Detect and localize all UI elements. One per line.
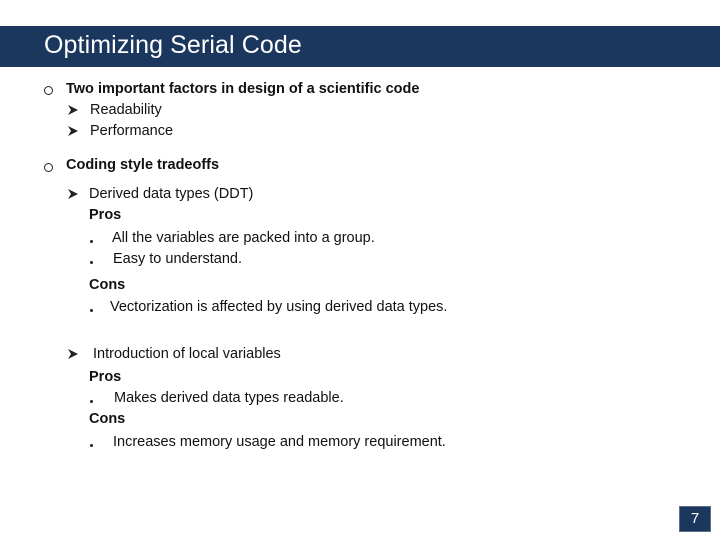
section-heading: Coding style tradeoffs (66, 157, 220, 173)
arrow-bullet-icon (67, 348, 79, 360)
cons-item: Vectorization is affected by using deriv… (110, 299, 448, 315)
dot-bullet-icon (90, 390, 93, 408)
slide-title: Optimizing Serial Code (44, 31, 302, 59)
list-item: Readability (90, 102, 162, 118)
arrow-bullet-icon (67, 188, 79, 200)
dot-bullet-icon (90, 251, 93, 269)
dot-bullet-icon (90, 434, 93, 452)
pros-item: Makes derived data types readable. (114, 390, 344, 406)
section-heading: Two important factors in design of a sci… (66, 81, 420, 97)
page-number: 7 (679, 506, 711, 532)
circle-bullet-icon (44, 159, 53, 177)
pros-label: Pros (89, 369, 122, 385)
cons-label: Cons (89, 411, 126, 427)
dot-bullet-icon (90, 299, 93, 317)
pros-item: Easy to understand. (113, 251, 242, 267)
dot-bullet-icon (90, 230, 93, 248)
cons-label: Cons (89, 277, 126, 293)
arrow-bullet-icon (67, 125, 79, 137)
cons-item: Increases memory usage and memory requir… (113, 434, 446, 450)
pros-label: Pros (89, 207, 122, 223)
pros-item: All the variables are packed into a grou… (112, 230, 375, 246)
list-item: Performance (90, 123, 174, 139)
arrow-bullet-icon (67, 104, 79, 116)
slide-title-bar: Optimizing Serial Code (0, 26, 720, 67)
topic-label: Introduction of local variables (93, 346, 281, 362)
circle-bullet-icon (44, 82, 53, 100)
topic-label: Derived data types (DDT) (89, 186, 254, 202)
